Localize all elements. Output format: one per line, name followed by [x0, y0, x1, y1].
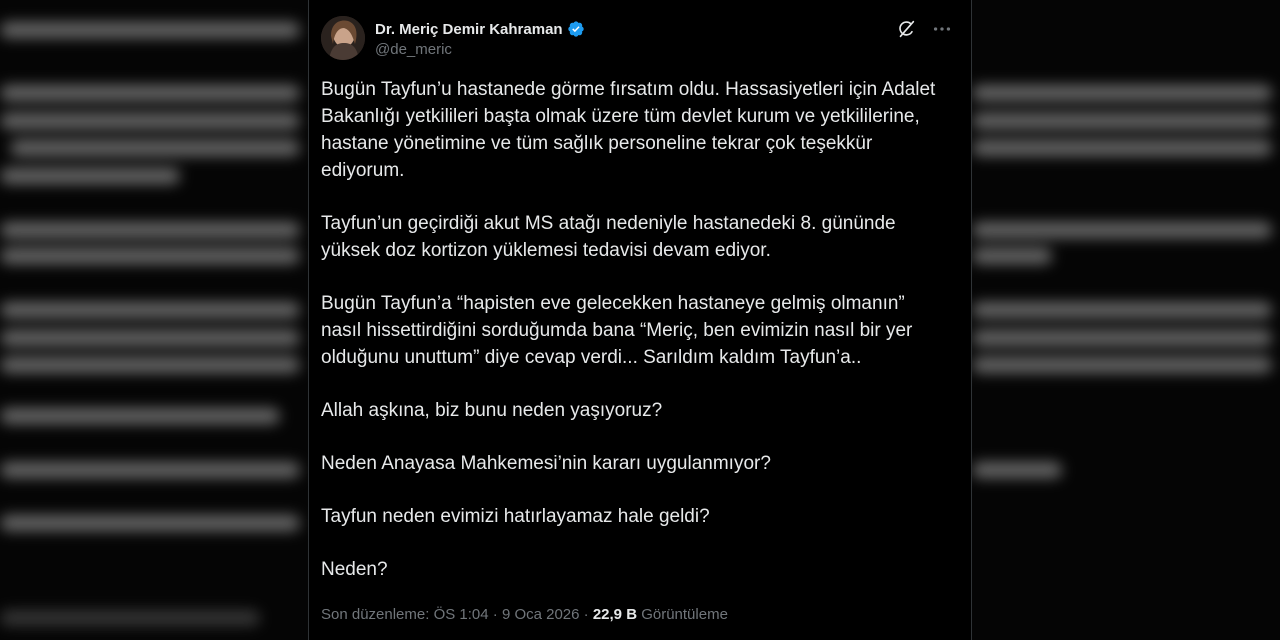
tweet-paragraph: Neden Anayasa Mahkemesi’nin kararı uygul… [321, 453, 771, 474]
tweet-header: Dr. Meriç Demir Kahraman @de_meric [321, 16, 959, 64]
tweet-card: Dr. Meriç Demir Kahraman @de_meric Bugün… [308, 0, 972, 640]
header-actions [895, 18, 953, 40]
grok-icon[interactable] [895, 18, 917, 40]
edited-timestamp[interactable]: Son düzenleme: ÖS 1:04 · 9 Oca 2026 · [321, 606, 593, 623]
tweet-paragraph: Neden? [321, 559, 388, 580]
author-display-name[interactable]: Dr. Meriç Demir Kahraman [375, 21, 563, 38]
author-names: Dr. Meriç Demir Kahraman @de_meric [375, 18, 585, 58]
tweet-paragraph: Tayfun neden evimizi hatırlayamaz hale g… [321, 506, 710, 527]
blurred-background-right [972, 0, 1280, 640]
tweet-paragraph: Bugün Tayfun’a “hapisten eve gelecekken … [321, 293, 913, 368]
tweet-meta: Son düzenleme: ÖS 1:04 · 9 Oca 2026 · 22… [321, 606, 728, 623]
more-options-icon[interactable] [931, 18, 953, 40]
screenshot-stage: Dr. Meriç Demir Kahraman @de_meric Bugün… [0, 0, 1280, 640]
views-count: 22,9 B [592, 606, 638, 623]
avatar[interactable] [321, 16, 365, 60]
blurred-background-left [0, 0, 308, 640]
verified-badge-icon [567, 20, 585, 38]
tweet-text: Bugün Tayfun’u hastanede görme fırsatım … [321, 76, 941, 609]
tweet-paragraph: Allah aşkına, biz bunu neden yaşıyoruz? [321, 400, 663, 421]
author-handle[interactable]: @de_meric [375, 41, 585, 58]
views-label: Görüntüleme [637, 606, 728, 623]
tweet-paragraph: Tayfun’un geçirdiği akut MS atağı nedeni… [321, 213, 896, 261]
tweet-paragraph: Bugün Tayfun’u hastanede görme fırsatım … [321, 79, 936, 181]
